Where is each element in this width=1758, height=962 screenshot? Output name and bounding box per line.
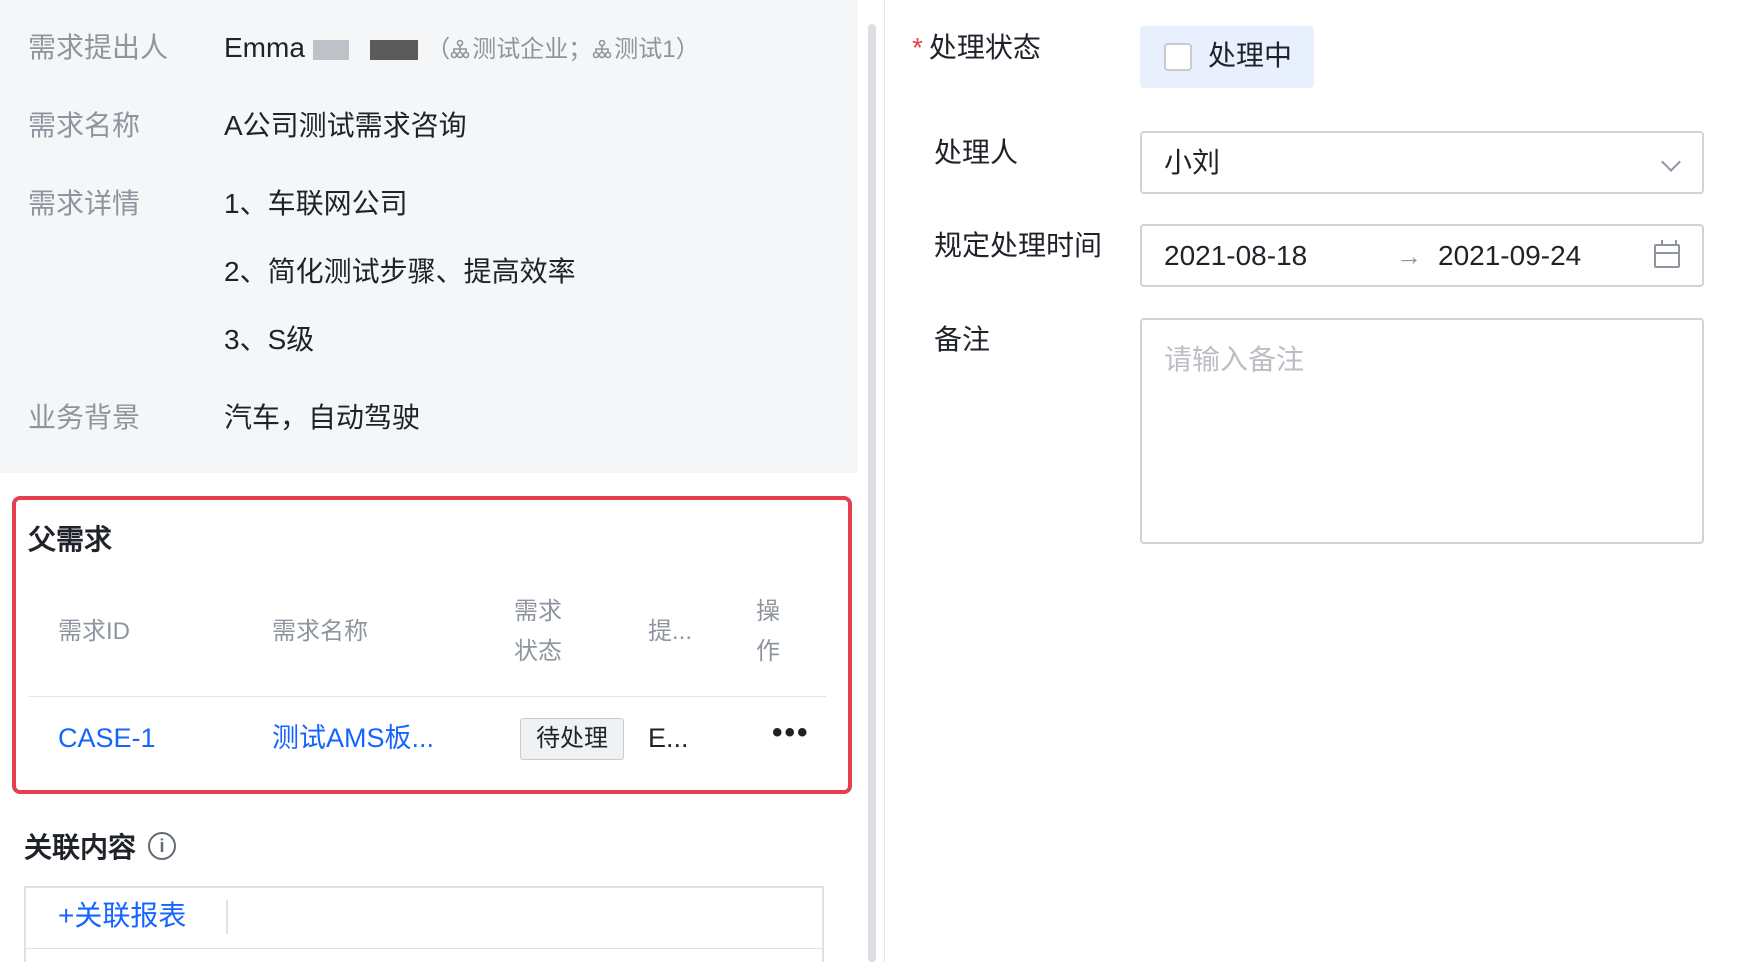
panel-divider [884, 0, 885, 962]
handler-select[interactable]: 小刘 [1140, 131, 1704, 194]
status-checkbox-option[interactable]: 处理中 [1140, 26, 1314, 88]
parent-requirement-title: 父需求 [28, 524, 113, 555]
deadline-end-date[interactable]: 2021-09-24 [1438, 236, 1581, 276]
add-related-report-button[interactable]: +关联报表 [58, 896, 186, 936]
column-header-name: 需求名称 [272, 618, 368, 645]
proposer-cell: E... [648, 723, 689, 753]
parent-requirement-card: 父需求 需求ID 需求名称 需求 状态 提... 操 作 CASE-1 测试AM… [12, 496, 852, 794]
column-header-action-line2: 作 [756, 638, 780, 665]
detail-line: 3、S级 [224, 324, 315, 355]
related-content-title: 关联内容 [24, 832, 137, 863]
status-field-label: * 处理状态 [912, 28, 1041, 68]
remark-textarea[interactable] [1140, 318, 1704, 544]
box-divider [26, 948, 822, 949]
required-mark: * [912, 32, 923, 63]
deadline-range-picker[interactable]: 2021-08-18 → 2021-09-24 [1140, 224, 1704, 287]
deadline-label: 规定处理时间 [934, 230, 1103, 261]
requirement-name-link[interactable]: 测试AMS板... [272, 718, 434, 758]
background-value: 汽车，自动驾驶 [224, 402, 421, 433]
calendar-icon[interactable] [1654, 240, 1680, 268]
proposer-value: Emma （测试企业； 测试1） [224, 28, 700, 70]
redacted-block [312, 39, 349, 60]
detail-line: 2、简化测试步骤、提高效率 [224, 256, 576, 287]
remark-label: 备注 [934, 324, 991, 355]
status-checkbox-label: 处理中 [1208, 40, 1293, 71]
detail-label: 需求详情 [28, 188, 141, 219]
status-badge: 待处理 [520, 718, 624, 760]
org-tree-icon [592, 39, 612, 59]
name-label: 需求名称 [28, 110, 141, 141]
name-value: A公司测试需求咨询 [224, 110, 467, 141]
column-header-status-line1: 需求 [514, 598, 562, 625]
proposer-name: Emma [224, 32, 305, 63]
background-label: 业务背景 [28, 402, 141, 433]
status-checkbox[interactable] [1164, 43, 1192, 71]
left-panel: 需求提出人 Emma （测试企业； 测试1） 需求名称 A公司测试需求咨询 需求详… [0, 0, 858, 962]
info-icon[interactable]: i [148, 832, 176, 860]
proposer-orgs: （测试企业； 测试1） [426, 36, 700, 63]
toolbar-separator [226, 900, 228, 934]
arrow-right-icon: → [1396, 241, 1422, 271]
scrollbar[interactable] [868, 24, 876, 962]
org-tree-icon [450, 39, 470, 59]
column-header-status-line2: 状态 [514, 638, 562, 665]
column-header-action: 操 作 [756, 592, 780, 672]
requirement-info-section: 需求提出人 Emma （测试企业； 测试1） 需求名称 A公司测试需求咨询 需求详… [0, 0, 858, 473]
detail-line: 1、车联网公司 [224, 188, 408, 219]
requirement-id-link[interactable]: CASE-1 [58, 718, 156, 758]
status-label-text: 处理状态 [928, 32, 1041, 63]
handler-label: 处理人 [934, 137, 1019, 168]
redacted-block [370, 39, 419, 60]
more-actions-icon[interactable]: ••• [772, 716, 810, 750]
column-header-id: 需求ID [58, 618, 130, 645]
chevron-down-icon [1661, 152, 1681, 172]
proposer-label: 需求提出人 [28, 32, 169, 63]
column-header-action-line1: 操 [756, 598, 780, 625]
handler-select-value: 小刘 [1164, 147, 1221, 178]
column-header-proposer: 提... [648, 618, 693, 645]
related-content-box: +关联报表 [24, 886, 824, 962]
proposer-org-1: 测试企业； [472, 36, 593, 63]
proposer-org-2: 测试1） [614, 36, 700, 63]
deadline-start-date[interactable]: 2021-08-18 [1164, 236, 1307, 276]
column-header-status: 需求 状态 [514, 592, 562, 672]
table-divider [28, 696, 826, 697]
